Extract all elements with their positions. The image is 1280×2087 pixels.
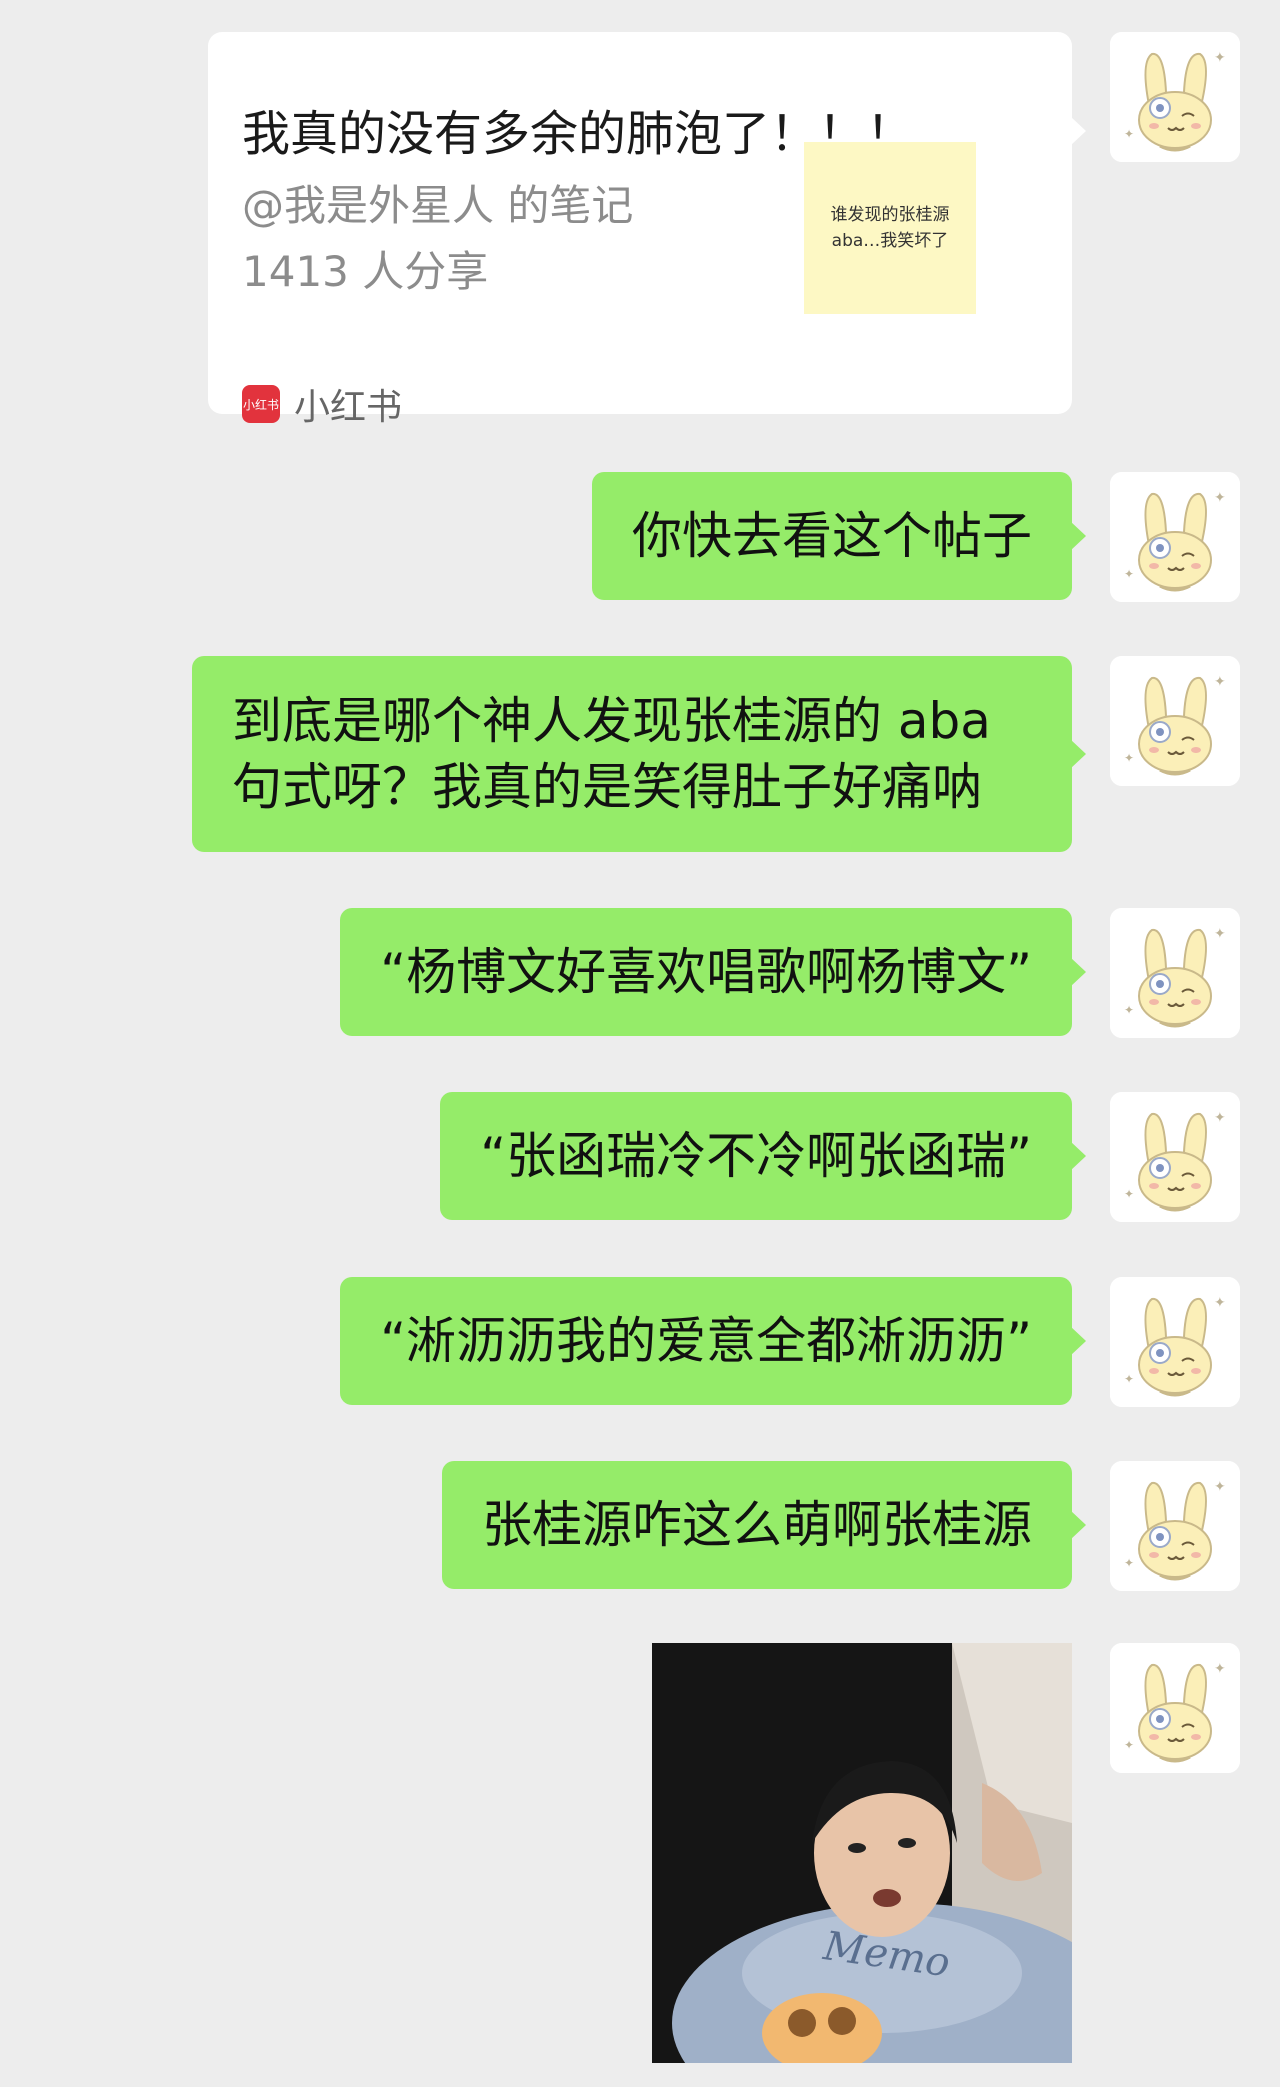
message-bubble[interactable]: “张函瑞冷不冷啊张函瑞” bbox=[440, 1092, 1086, 1220]
thumbnail-text-line1: 谁发现的张桂源 bbox=[830, 205, 950, 225]
bunny-avatar-icon: ✦ ✦ bbox=[1110, 1461, 1240, 1591]
avatar[interactable]: ✦ ✦ bbox=[1110, 656, 1240, 786]
xiaohongshu-logo-icon: 小红书 bbox=[242, 385, 280, 423]
svg-text:✦: ✦ bbox=[1124, 1187, 1134, 1201]
avatar[interactable]: ✦ ✦ bbox=[1110, 1277, 1240, 1407]
bunny-avatar-icon: ✦ ✦ bbox=[1110, 1092, 1240, 1222]
avatar[interactable]: ✦ ✦ bbox=[1110, 1461, 1240, 1591]
svg-text:✦: ✦ bbox=[1124, 127, 1134, 141]
bunny-avatar-icon: ✦ ✦ bbox=[1110, 908, 1240, 1038]
svg-text:✦: ✦ bbox=[1124, 567, 1134, 581]
image-message[interactable]: Memo bbox=[652, 1643, 1072, 2063]
svg-text:✦: ✦ bbox=[1214, 1479, 1226, 1495]
svg-text:✦: ✦ bbox=[1124, 1372, 1134, 1386]
svg-text:✦: ✦ bbox=[1214, 926, 1226, 942]
message-text: 到底是哪个神人发现张桂源的 aba 句式呀？我真的是笑得肚子好痛呐 bbox=[232, 692, 991, 816]
app-name: 小红书 bbox=[294, 387, 403, 428]
card-source: 小红书 小红书 bbox=[242, 378, 402, 430]
card-thumbnail: 谁发现的张桂源 aba…我笑坏了 bbox=[804, 142, 976, 314]
bunny-avatar-icon: ✦ ✦ bbox=[1110, 472, 1240, 602]
avatar[interactable]: ✦ ✦ bbox=[1110, 1643, 1240, 1773]
message-text: 张桂源咋这么萌啊张桂源 bbox=[482, 1496, 1032, 1554]
svg-text:✦: ✦ bbox=[1124, 751, 1134, 765]
message-bubble[interactable]: 你快去看这个帖子 bbox=[592, 472, 1086, 600]
svg-text:✦: ✦ bbox=[1214, 674, 1226, 690]
message-text: “淅沥沥我的爱意全都淅沥沥” bbox=[380, 1312, 1032, 1370]
message-text: “张函瑞冷不冷啊张函瑞” bbox=[480, 1127, 1032, 1185]
svg-text:✦: ✦ bbox=[1214, 490, 1226, 506]
thumbnail-text-line2: aba…我笑坏了 bbox=[831, 231, 949, 251]
svg-text:✦: ✦ bbox=[1214, 1110, 1226, 1126]
message-text: 你快去看这个帖子 bbox=[632, 507, 1032, 565]
avatar[interactable]: ✦ ✦ bbox=[1110, 908, 1240, 1038]
message-bubble[interactable]: “杨博文好喜欢唱歌啊杨博文” bbox=[340, 908, 1086, 1036]
svg-text:✦: ✦ bbox=[1124, 1003, 1134, 1017]
shared-note-card[interactable]: 我真的没有多余的肺泡了！！！ @我是外星人 的笔记 1413 人分享 谁发现的张… bbox=[208, 32, 1086, 428]
svg-text:✦: ✦ bbox=[1124, 1738, 1134, 1752]
bunny-avatar-icon: ✦ ✦ bbox=[1110, 656, 1240, 786]
card-share-count: 1413 人分享 bbox=[242, 247, 489, 296]
bunny-avatar-icon: ✦ ✦ bbox=[1110, 32, 1240, 162]
svg-text:✦: ✦ bbox=[1214, 1661, 1226, 1677]
avatar[interactable]: ✦ ✦ bbox=[1110, 472, 1240, 602]
message-text: “杨博文好喜欢唱歌啊杨博文” bbox=[380, 943, 1032, 1001]
card-author: @我是外星人 的笔记 bbox=[242, 181, 634, 230]
photo-boy-icon: Memo bbox=[652, 1643, 1072, 2063]
svg-text:✦: ✦ bbox=[1214, 1295, 1226, 1311]
bunny-avatar-icon: ✦ ✦ bbox=[1110, 1277, 1240, 1407]
svg-text:✦: ✦ bbox=[1214, 50, 1226, 66]
message-bubble[interactable]: “淅沥沥我的爱意全都淅沥沥” bbox=[340, 1277, 1086, 1405]
message-bubble[interactable]: 张桂源咋这么萌啊张桂源 bbox=[442, 1461, 1086, 1589]
message-bubble[interactable]: 到底是哪个神人发现张桂源的 aba 句式呀？我真的是笑得肚子好痛呐 bbox=[192, 656, 1086, 852]
bunny-avatar-icon: ✦ ✦ bbox=[1110, 1643, 1240, 1773]
avatar[interactable]: ✦ ✦ bbox=[1110, 1092, 1240, 1222]
avatar[interactable]: ✦ ✦ bbox=[1110, 32, 1240, 162]
svg-text:✦: ✦ bbox=[1124, 1556, 1134, 1570]
